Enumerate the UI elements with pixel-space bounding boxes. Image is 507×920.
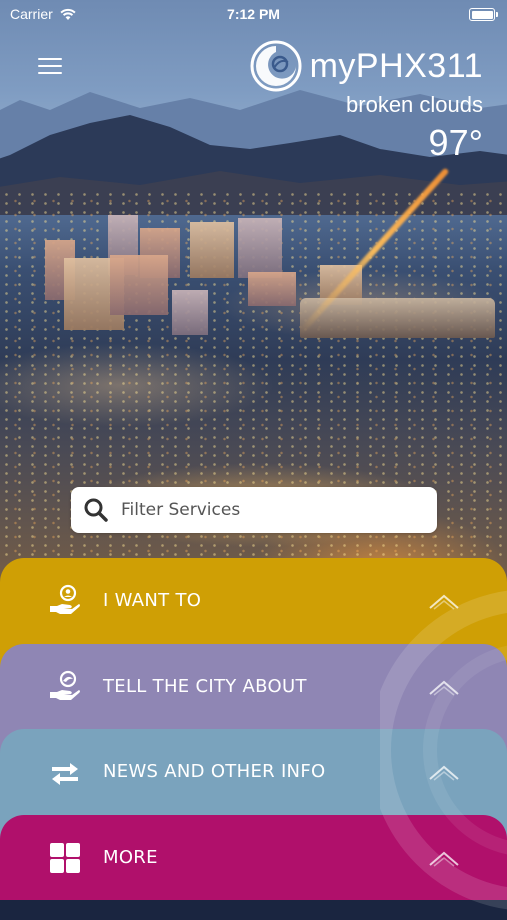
- status-time: 7:12 PM: [227, 6, 280, 22]
- search-input[interactable]: [119, 499, 403, 521]
- building: [248, 272, 296, 306]
- filter-services-search[interactable]: [71, 487, 437, 533]
- section-label: TELL THE CITY ABOUT: [103, 676, 307, 697]
- phoenix-logo-icon: [250, 40, 302, 92]
- grid-icon: [50, 843, 80, 873]
- app-name: myPHX311: [309, 46, 483, 85]
- hand-person-icon: [50, 584, 80, 614]
- section-label: MORE: [103, 847, 158, 868]
- hamburger-menu-icon[interactable]: [38, 56, 64, 76]
- status-bar: Carrier 7:12 PM: [0, 0, 507, 28]
- section-label: I WANT TO: [103, 590, 202, 611]
- search-icon: [84, 498, 108, 522]
- chevron-up-icon: [429, 765, 459, 781]
- building: [238, 218, 282, 278]
- section-more[interactable]: MORE: [0, 815, 507, 900]
- chevron-up-icon: [429, 851, 459, 867]
- battery-icon: [469, 8, 498, 21]
- building: [190, 222, 234, 278]
- building: [110, 255, 168, 315]
- building: [172, 290, 208, 335]
- app-logo: myPHX311: [250, 40, 483, 92]
- chevron-up-icon: [429, 680, 459, 696]
- exchange-arrows-icon: [52, 763, 78, 785]
- section-label: NEWS AND OTHER INFO: [103, 761, 326, 782]
- weather-description: broken clouds: [346, 92, 483, 117]
- hand-phoenix-icon: [50, 670, 80, 700]
- chevron-up-icon: [429, 594, 459, 610]
- weather-temperature: 97°: [428, 122, 483, 163]
